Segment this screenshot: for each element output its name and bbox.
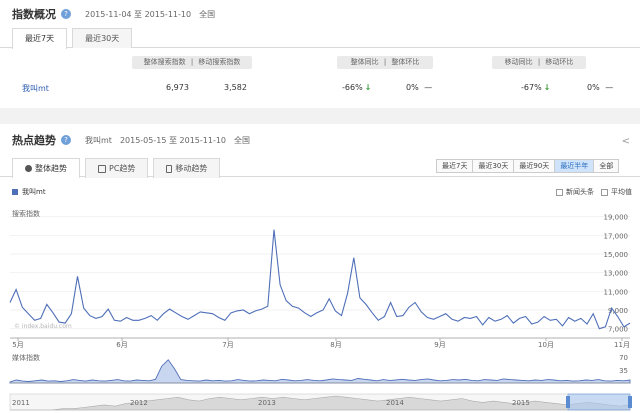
trend-title: 热点趋势 [12,134,56,147]
down-arrow-icon: ↓ [364,83,372,92]
chart-legend: 我叫mt [12,187,46,197]
media-y-ticks: 70 35 [619,354,628,375]
navigator-right-handle[interactable] [628,396,632,408]
mobile-mom-value: 0% — [587,83,614,92]
watermark: © index.baidu.com [14,323,72,330]
trend-header: 热点趋势 ? 我叫mt 2015-05-15 至 2015-11-10 全国 [0,126,640,154]
overall-index-value: 6,973 [166,83,189,92]
media-ylabel: 媒体指数 [12,353,40,362]
y-tick-label: 17,000 [604,232,629,240]
overview-header: 指数概况 ? 2015-11-04 至 2015-11-10 全国 [0,0,640,28]
share-icon[interactable]: < [622,136,630,147]
trend-keyword: 我叫mt [85,135,112,145]
y-tick-label: 35 [619,367,628,375]
header-search-index: 整体搜索指数 | 移动搜索指数 [132,56,252,69]
tab-mobile-trend[interactable]: 移动趋势 [153,158,221,178]
x-tick-label: 2011 [12,399,30,407]
trend-section: 热点趋势 ? 我叫mt 2015-05-15 至 2015-11-10 全国 [0,126,640,154]
checkbox-icon [601,188,608,196]
overview-region: 全国 [199,9,216,19]
x-tick-label: 8月 [330,341,341,349]
x-tick-label: 2015 [512,399,530,407]
main-x-ticks: 5月 6月 7月 8月 9月 10月 11月 [12,338,630,349]
x-tick-label: 11月 [614,341,630,349]
tab-overall-trend[interactable]: 整体趋势 [12,158,80,178]
trend-date-range: 2015-05-15 至 2015-11-10 [119,135,227,145]
pie-chart-icon [25,165,32,172]
y-tick-label: 70 [619,354,628,362]
legend-swatch [12,189,18,195]
trend-charts[interactable]: 搜索指数 19,00017,00015,00013,00011,0009,000… [0,197,640,413]
x-tick-label: 9月 [434,341,445,349]
phone-icon [166,164,173,173]
y-tick-label: 13,000 [604,270,629,278]
main-y-ticks: 19,00017,00015,00013,00011,0009,0007,000 [604,214,629,334]
navigator-left-handle[interactable] [566,396,570,408]
checkbox-icon [556,188,563,196]
x-tick-label: 7月 [222,341,233,349]
monitor-icon [98,164,106,173]
range-7-days[interactable]: 最近7天 [436,159,474,173]
average-checkbox[interactable]: 平均值 [601,187,632,197]
tab-pc-trend[interactable]: PC趋势 [85,158,149,178]
range-half-year[interactable]: 最近半年 [555,159,595,173]
media-series-area [9,359,631,384]
tab-last-30-days[interactable]: 最近30天 [72,28,133,48]
tab-last-7-days[interactable]: 最近7天 [12,28,68,49]
range-30-days[interactable]: 最近30天 [473,159,515,173]
section-divider [0,108,640,124]
y-tick-label: 19,000 [604,214,629,222]
x-tick-label: 2014 [386,399,404,407]
header-mobile-change: 移动同比 | 移动环比 [492,56,586,69]
x-tick-label: 5月 [12,341,23,349]
overview-date-range: 2015-11-04 至 2015-11-10 [85,9,192,19]
y-tick-label: 15,000 [604,251,629,259]
x-tick-label: 2013 [258,399,276,407]
overview-section: 指数概况 ? 2015-11-04 至 2015-11-10 全国 最近7天 最… [0,0,640,108]
range-buttons: 最近7天 最近30天 最近90天 最近半年 全部 [436,159,620,173]
trend-region: 全国 [234,135,251,145]
overview-title: 指数概况 [12,8,56,21]
keyword-link[interactable]: 我叫mt [22,83,49,94]
main-ylabel: 搜索指数 [12,209,40,218]
x-tick-label: 10月 [538,341,554,349]
main-series-line [9,229,631,330]
mobile-yoy-value: -67% ↓ [521,83,551,92]
help-icon[interactable]: ? [61,135,71,145]
legend-label: 我叫mt [22,188,46,196]
range-all[interactable]: 全部 [594,159,620,173]
down-arrow-icon: ↓ [543,83,551,92]
overall-yoy-value: -66% ↓ [342,83,372,92]
help-icon[interactable]: ? [61,9,71,19]
overview-tabs: 最近7天 最近30天 [0,28,640,49]
x-tick-label: 2012 [130,399,148,407]
mobile-index-value: 3,582 [224,83,247,92]
range-90-days[interactable]: 最近90天 [514,159,556,173]
news-checkbox[interactable]: 新闻头条 [556,187,594,197]
navigator-selection[interactable] [567,393,631,411]
y-tick-label: 11,000 [604,288,629,296]
overall-mom-value: 0% — [406,83,433,92]
x-tick-label: 6月 [116,341,127,349]
header-overall-change: 整体同比 | 整体环比 [337,56,433,69]
y-tick-label: 7,000 [608,326,628,334]
